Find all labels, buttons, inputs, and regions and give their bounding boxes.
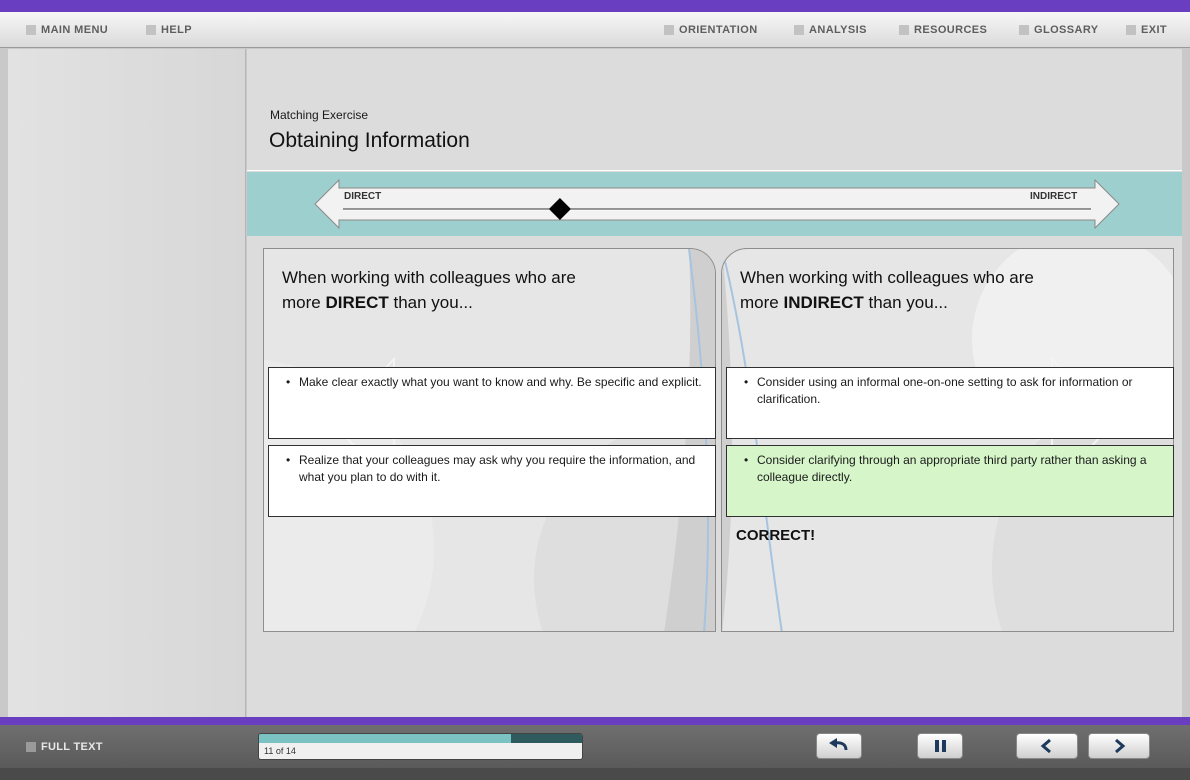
nav-label: EXIT	[1141, 24, 1168, 36]
bullet: •	[744, 453, 749, 467]
indirect-panel-heading: When working with colleagues who are mor…	[740, 265, 1160, 315]
full-text-label: FULL TEXT	[41, 740, 103, 753]
nav-help[interactable]: HELP	[146, 12, 192, 48]
back-button[interactable]	[1016, 733, 1078, 759]
heading-post: than you...	[863, 293, 948, 312]
nav-square-icon	[146, 25, 156, 35]
progress-bar: 11 of 14	[258, 733, 583, 760]
nav-resources[interactable]: RESOURCES	[899, 12, 987, 48]
replay-button[interactable]	[816, 733, 862, 759]
nav-label: GLOSSARY	[1034, 24, 1099, 36]
bullet: •	[286, 375, 291, 389]
direct-item-1[interactable]: • Make clear exactly what you want to kn…	[268, 367, 716, 439]
nav-label: MAIN MENU	[41, 24, 109, 36]
left-side-panel	[8, 49, 246, 717]
bullet: •	[286, 453, 291, 467]
nav-square-icon	[1126, 25, 1136, 35]
bottom-base-strip	[0, 768, 1190, 780]
heading-bold: INDIRECT	[783, 293, 864, 312]
scale-arrow	[314, 178, 1120, 230]
forward-button[interactable]	[1088, 733, 1150, 759]
heading-divider	[247, 170, 1182, 171]
heading-line1: When working with colleagues who are	[282, 268, 576, 287]
progress-text: 11 of 14	[264, 746, 296, 756]
direct-panel-heading: When working with colleagues who are mor…	[282, 265, 702, 315]
nav-label: RESOURCES	[914, 24, 988, 36]
pause-button[interactable]	[917, 733, 963, 759]
direct-item-2[interactable]: • Realize that your colleagues may ask w…	[268, 445, 716, 517]
item-text: Realize that your colleagues may ask why…	[299, 453, 696, 484]
nav-square-icon	[1019, 25, 1029, 35]
replay-icon	[829, 738, 848, 751]
bottom-control-bar	[0, 725, 1190, 768]
full-text-button[interactable]: FULL TEXT	[26, 725, 103, 768]
nav-label: ANALYSIS	[809, 24, 867, 36]
nav-square-icon	[26, 25, 36, 35]
nav-orientation[interactable]: ORIENTATION	[664, 12, 758, 48]
exercise-type-label: Matching Exercise	[270, 108, 369, 122]
feedback-status: CORRECT!	[736, 527, 816, 544]
nav-analysis[interactable]: ANALYSIS	[794, 12, 867, 48]
forward-icon	[1115, 738, 1126, 754]
nav-square-icon	[664, 25, 674, 35]
heading-post: than you...	[388, 293, 473, 312]
pause-icon	[935, 740, 946, 752]
top-accent-stripe	[0, 0, 1190, 12]
nav-exit[interactable]: EXIT	[1126, 12, 1167, 48]
nav-label: HELP	[161, 24, 192, 36]
item-text: Make clear exactly what you want to know…	[299, 375, 702, 389]
direct-panel: When working with colleagues who are mor…	[263, 248, 716, 632]
nav-label: ORIENTATION	[679, 24, 758, 36]
nav-square-icon	[899, 25, 909, 35]
bullet: •	[744, 375, 749, 389]
indirect-item-1[interactable]: • Consider using an informal one-on-one …	[726, 367, 1174, 439]
indirect-item-2-correct[interactable]: • Consider clarifying through an appropr…	[726, 445, 1174, 517]
heading-pre: more	[282, 293, 326, 312]
nav-main-menu[interactable]: MAIN MENU	[26, 12, 108, 48]
scale-label-direct: DIRECT	[344, 191, 382, 202]
item-text: Consider clarifying through an appropria…	[757, 453, 1147, 484]
heading-pre: more	[740, 293, 784, 312]
heading-line1: When working with colleagues who are	[740, 268, 1034, 287]
back-icon	[1040, 738, 1051, 754]
page-title: Obtaining Information	[269, 129, 470, 152]
item-text: Consider using an informal one-on-one se…	[757, 375, 1133, 406]
bottom-accent-stripe	[0, 717, 1190, 725]
progress-fill	[259, 734, 511, 743]
top-nav-bar: MAIN MENU HELP ORIENTATION ANALYSIS RESO…	[0, 12, 1190, 48]
nav-square-icon	[794, 25, 804, 35]
nav-square-icon	[26, 741, 36, 752]
nav-glossary[interactable]: GLOSSARY	[1019, 12, 1099, 48]
indirect-panel: When working with colleagues who are mor…	[721, 248, 1174, 632]
heading-bold: DIRECT	[325, 293, 389, 312]
scale-label-indirect: INDIRECT	[1030, 191, 1078, 202]
